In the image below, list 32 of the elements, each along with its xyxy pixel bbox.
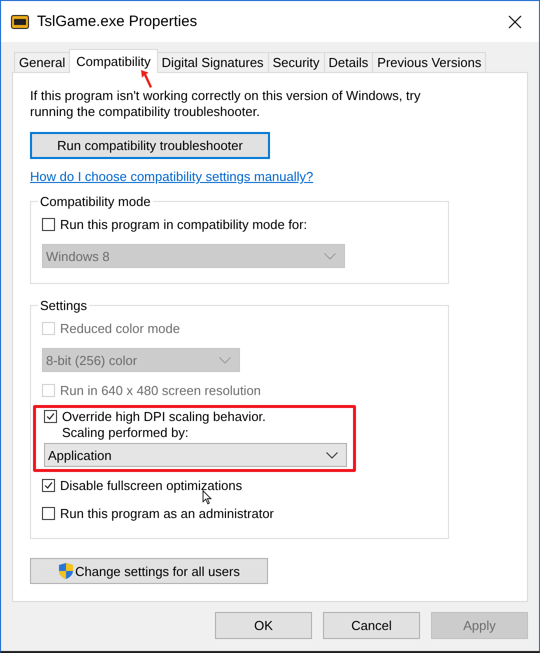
chevron-down-icon [219,356,231,364]
checkbox[interactable] [42,479,55,492]
tab[interactable]: Compatibility [69,49,158,73]
troubleshoot-button[interactable]: Run compatibility troubleshooter [30,132,270,159]
app-icon [11,14,29,28]
group-title: Compatibility mode [39,194,152,209]
tab[interactable]: Digital Signatures [156,52,269,72]
chevron-down-icon [324,252,336,260]
chevron-down-icon [326,452,338,458]
window-title: TslGame.exe Properties [37,13,198,30]
close-icon[interactable] [508,14,522,28]
intro-text: If this program isn't working correctly on this version of Windows, try running the compatibility troubleshooter. [30,88,422,120]
tab[interactable]: Previous Versions [372,52,486,72]
checkbox[interactable] [44,410,57,423]
checkbox[interactable] [42,218,55,231]
annotation-arrow [141,70,152,88]
change-settings-button[interactable]: Change settings for all users [30,558,268,584]
checkbox-label: Override high DPI scaling behavior. Scaling performed by: [62,409,266,441]
dialog-button[interactable]: Cancel [323,612,420,639]
dialog-button[interactable]: OK [215,612,312,639]
shield-icon [58,562,74,580]
tab[interactable]: General [14,52,70,72]
dropdown[interactable]: Application [44,443,347,467]
checkbox-label: Run this program as an administrator [60,506,274,522]
checkbox-label: Run this program in compatibility mode for: [60,217,308,233]
checkbox-label: Disable fullscreen optimizations [60,478,242,494]
checkbox-label: Run in 640 x 480 screen resolution [60,383,261,399]
help-link[interactable]: How do I choose compatibility settings manually? [30,169,314,184]
tab[interactable]: Security [268,52,325,72]
checkbox-label: Reduced color mode [60,321,180,337]
checkbox[interactable] [42,507,55,520]
group-title: Settings [39,298,88,313]
